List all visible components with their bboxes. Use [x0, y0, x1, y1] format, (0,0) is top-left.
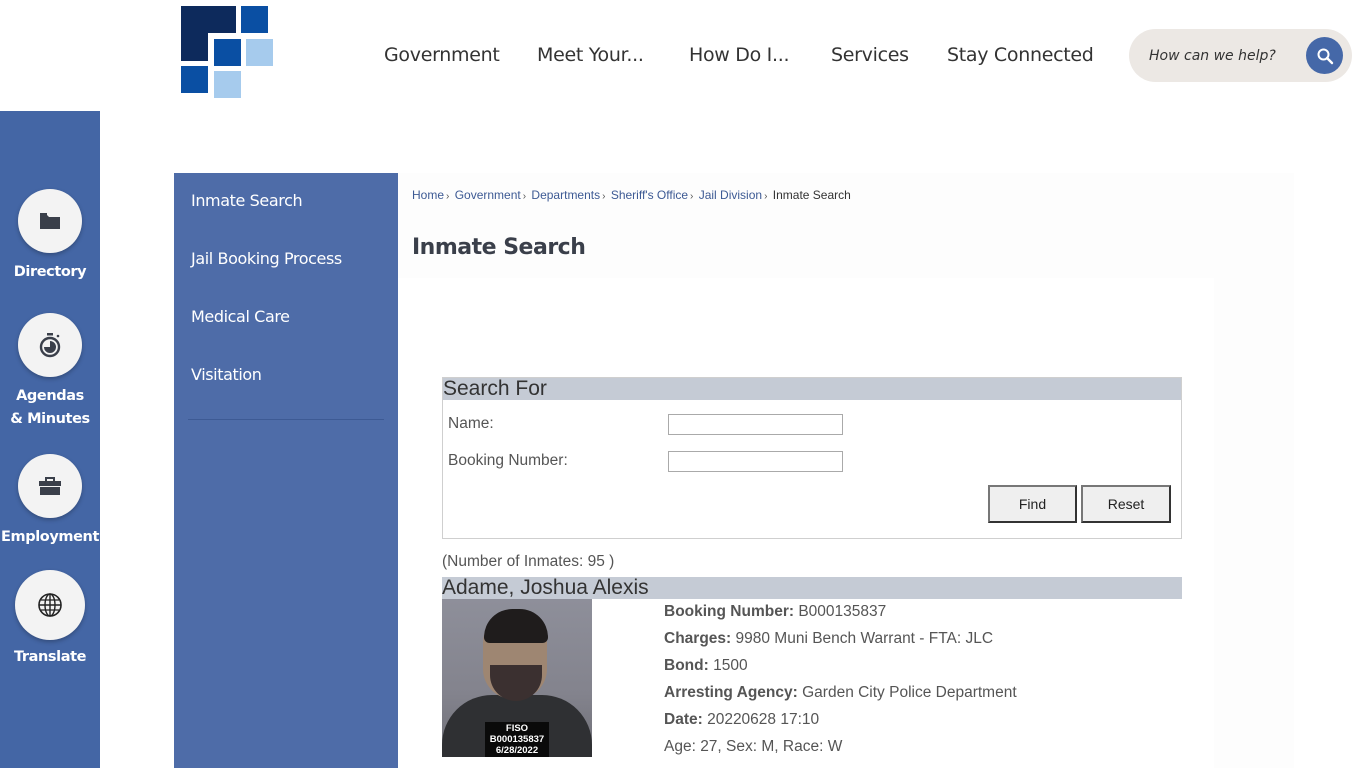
breadcrumb: Home › Government › Departments › Sheriff's… — [412, 188, 851, 202]
site-search-input[interactable] — [1149, 43, 1309, 69]
quick-link-label: Translate — [13, 649, 87, 665]
booking-number-row: Booking Number: B000135837 — [664, 602, 1017, 629]
find-button[interactable]: Find — [988, 485, 1077, 523]
briefcase-icon — [39, 477, 61, 495]
section-subnav: Inmate Search Jail Booking Process Medic… — [174, 173, 398, 768]
logo-block — [181, 66, 208, 93]
date-row: Date: 20220628 17:10 — [664, 710, 1017, 737]
search-form-heading: Search For — [443, 378, 1181, 400]
quick-link-label: Employment — [1, 529, 99, 545]
quick-link-circle — [18, 313, 82, 377]
booking-number-label: Booking Number: — [448, 452, 568, 469]
breadcrumb-sheriffs-office[interactable]: Sheriff's Office — [611, 188, 688, 202]
subnav-divider — [188, 419, 384, 420]
breadcrumb-home[interactable]: Home — [412, 188, 444, 202]
nav-how-do-i[interactable]: How Do I... — [689, 44, 790, 66]
quick-link-circle — [15, 570, 85, 640]
breadcrumb-separator: › — [522, 191, 527, 202]
subnav-inmate-search[interactable]: Inmate Search — [191, 191, 303, 210]
date-value: 20220628 17:10 — [707, 711, 820, 728]
placard-line: B000135837 — [489, 734, 545, 745]
breadcrumb-current: Inmate Search — [772, 188, 851, 202]
detail-label: Charges: — [664, 630, 732, 647]
site-search — [1129, 29, 1352, 82]
logo-block — [181, 6, 236, 33]
quick-link-circle — [18, 189, 82, 253]
name-input[interactable] — [668, 414, 843, 435]
quick-link-directory[interactable]: Directory — [0, 189, 100, 284]
breadcrumb-separator: › — [690, 191, 694, 202]
detail-label: Bond: — [664, 657, 709, 674]
quick-link-employment[interactable]: Employment — [0, 454, 100, 549]
breadcrumb-separator: › — [602, 191, 606, 202]
subnav-visitation[interactable]: Visitation — [191, 365, 262, 384]
logo-block — [214, 71, 241, 98]
nav-meet-your[interactable]: Meet Your... — [537, 44, 644, 66]
site-header: Government Meet Your... How Do I... Serv… — [0, 0, 1366, 111]
demographics-row: Age: 27, Sex: M, Race: W — [664, 738, 843, 755]
bond-row: Bond: 1500 — [664, 656, 1017, 683]
page-title: Inmate Search — [412, 235, 586, 260]
photo-hair — [484, 609, 548, 643]
site-logo[interactable] — [181, 6, 273, 98]
search-icon — [1317, 48, 1333, 64]
site-search-button[interactable] — [1306, 37, 1343, 74]
globe-icon — [38, 593, 62, 617]
quick-links-rail: Directory Agendas & Minutes Employment T… — [0, 111, 100, 768]
placard-line: FISO — [505, 723, 529, 734]
arresting-agency-value: Garden City Police Department — [802, 684, 1017, 701]
logo-block — [214, 39, 241, 66]
quick-link-agendas-minutes[interactable]: Agendas & Minutes — [0, 313, 100, 431]
logo-block — [246, 39, 273, 66]
name-label: Name: — [448, 415, 494, 432]
quick-link-translate[interactable]: Translate — [0, 570, 100, 669]
subnav-jail-booking-process[interactable]: Jail Booking Process — [191, 249, 342, 268]
breadcrumb-government[interactable]: Government — [455, 188, 521, 202]
detail-label: Arresting Agency: — [664, 684, 798, 701]
nav-services[interactable]: Services — [831, 44, 909, 66]
booking-number-value: B000135837 — [798, 603, 887, 620]
inmate-photo[interactable]: FISO B000135837 6/28/2022 — [442, 599, 592, 757]
reset-button[interactable]: Reset — [1081, 485, 1171, 523]
bond-value: 1500 — [713, 657, 748, 674]
logo-block — [241, 6, 268, 33]
placard-line: 6/28/2022 — [495, 745, 539, 756]
charges-value: 9980 Muni Bench Warrant - FTA: JLC — [735, 630, 994, 647]
breadcrumb-separator: › — [764, 191, 768, 202]
breadcrumb-separator: › — [446, 191, 450, 202]
inmate-name-heading: Adame, Joshua Alexis — [442, 577, 1182, 599]
detail-label: Booking Number: — [664, 603, 795, 620]
detail-label: Date: — [664, 711, 703, 728]
arresting-agency-row: Arresting Agency: Garden City Police Dep… — [664, 683, 1017, 710]
booking-number-input[interactable] — [668, 451, 843, 472]
nav-government[interactable]: Government — [384, 44, 500, 66]
inmate-search-form: Search For Name: Booking Number: Find Re… — [442, 377, 1182, 539]
quick-link-label: Agendas & Minutes — [10, 388, 90, 427]
charges-row: Charges: 9980 Muni Bench Warrant - FTA: … — [664, 629, 1017, 656]
subnav-medical-care[interactable]: Medical Care — [191, 307, 290, 326]
quick-link-circle — [18, 454, 82, 518]
booking-placard: FISO B000135837 6/28/2022 — [485, 722, 549, 757]
inmate-details: Booking Number: B000135837 Charges: 9980… — [664, 602, 1017, 764]
folder-icon — [40, 213, 60, 229]
breadcrumb-jail-division[interactable]: Jail Division — [699, 188, 762, 202]
inmate-count: (Number of Inmates: 95 ) — [442, 553, 615, 570]
stopwatch-icon — [39, 333, 61, 358]
breadcrumb-departments[interactable]: Departments — [531, 188, 600, 202]
quick-link-label: Directory — [13, 264, 87, 280]
nav-stay-connected[interactable]: Stay Connected — [947, 44, 1094, 66]
